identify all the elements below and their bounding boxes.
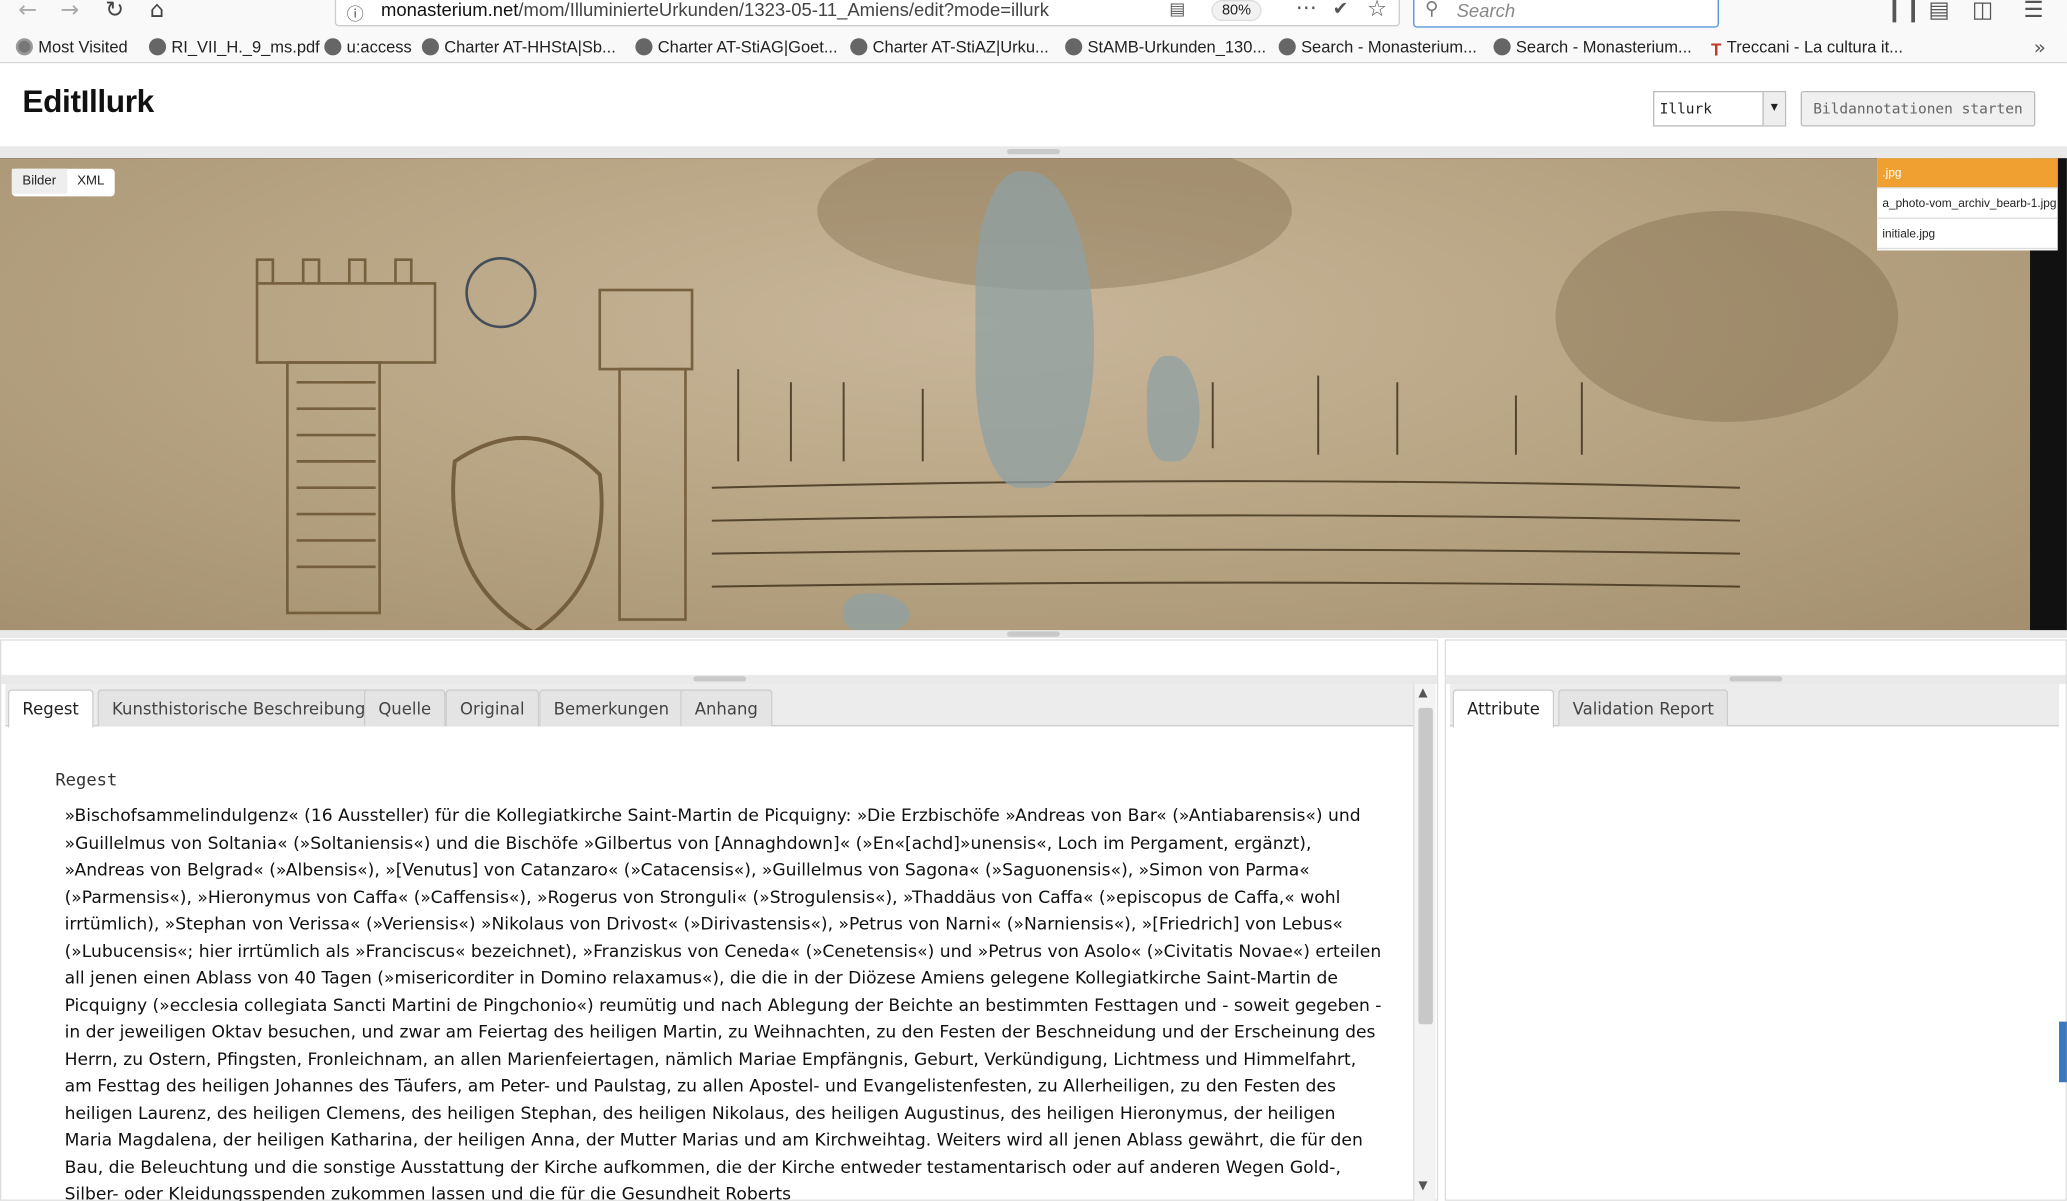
page-title: EditIllurk [22, 84, 154, 120]
bookmark-label: Charter AT-HHStA|Sb... [444, 38, 616, 57]
search-icon: ⚲ [1424, 0, 1439, 20]
tab-bemerkungen[interactable]: Bemerkungen [539, 689, 684, 727]
bookmark-label: Charter AT-StiAZ|Urku... [872, 38, 1049, 57]
viewer-splitter[interactable] [0, 630, 2067, 639]
treccani-icon: T [1711, 39, 1722, 60]
right-panel: Attribute Validation Report [1444, 639, 2067, 1201]
bookmark-item[interactable]: Search - Monasterium... [1278, 38, 1477, 57]
search-placeholder: Search [1456, 0, 1516, 22]
bookmark-item[interactable]: Charter AT-StiAZ|Urku... [850, 38, 1049, 57]
globe-icon [635, 38, 653, 56]
url-bar[interactable]: ⓘ monasterium.net/mom/IlluminierteUrkund… [334, 0, 1400, 27]
bookmark-item[interactable]: Search - Monasterium... [1493, 38, 1692, 57]
url-path: /mom/IlluminierteUrkunden/1323-05-11_Ami… [518, 0, 1049, 20]
menu-icon[interactable]: ☰ [2023, 0, 2043, 24]
reader-list-icon[interactable]: ▤ [1929, 0, 1950, 24]
splitter-grip[interactable] [1007, 631, 1060, 637]
tab-validation-report[interactable]: Validation Report [1558, 689, 1729, 727]
regest-heading: Regest [55, 771, 118, 791]
back-icon[interactable]: ← [13, 0, 42, 24]
mode-select[interactable]: Illurk ▼ [1653, 90, 1787, 127]
globe-icon [324, 38, 342, 56]
pocket-icon[interactable]: ✔ [1333, 0, 1348, 20]
globe-icon [1065, 38, 1083, 56]
tab-regest[interactable]: Regest [7, 689, 94, 728]
left-tab-bar: Regest Kunsthistorische Beschreibung Que… [5, 684, 1414, 728]
tab-kunsthistorische-beschreibung[interactable]: Kunsthistorische Beschreibung [97, 689, 380, 727]
bookmark-item[interactable]: StAMB-Urkunden_130... [1065, 38, 1267, 57]
tab-anhang[interactable]: Anhang [680, 689, 773, 727]
image-list: .jpg a_photo-vom_archiv_bearb-1.jpg init… [1877, 158, 2058, 251]
left-panel-splitter[interactable] [1, 674, 1437, 685]
tab-bilder[interactable]: Bilder [11, 168, 67, 194]
tab-xml[interactable]: XML [67, 169, 115, 194]
globe-icon [421, 38, 439, 56]
regest-scrollbar[interactable]: ▲ ▼ [1413, 684, 1436, 1201]
zoom-indicator[interactable]: 80% [1211, 0, 1262, 22]
gear-icon [15, 38, 33, 56]
splitter-grip[interactable] [1729, 676, 1783, 682]
globe-icon [1278, 38, 1296, 56]
bookmark-label: Search - Monasterium... [1515, 38, 1692, 57]
viewer-tabs: Bilder XML [11, 168, 115, 197]
image-viewer[interactable]: Bilder XML .jpg a_photo-vom_archiv_bearb-… [0, 158, 2067, 632]
globe-icon [148, 38, 167, 56]
url-text[interactable]: monasterium.net/mom/IlluminierteUrkunden… [381, 0, 1049, 20]
forward-icon[interactable]: → [55, 0, 84, 24]
bookmark-label: u:access [346, 38, 412, 57]
edge-marker [2059, 1021, 2067, 1083]
bookmark-label: StAMB-Urkunden_130... [1087, 38, 1267, 57]
bookmark-item[interactable]: Most Visited [15, 38, 128, 57]
info-icon[interactable]: ⓘ [347, 0, 364, 25]
reload-icon[interactable]: ↻ [100, 0, 129, 24]
splitter-grip[interactable] [692, 676, 746, 682]
sidebar-icon[interactable]: ◫ [1972, 0, 1993, 24]
bookmark-item[interactable]: Charter AT-HHStA|Sb... [421, 38, 616, 57]
globe-icon [1493, 38, 1511, 56]
image-list-item[interactable]: a_photo-vom_archiv_bearb-1.jpg [1877, 189, 2058, 219]
bookmark-star-icon[interactable]: ☆ [1367, 0, 1387, 22]
reader-view-icon[interactable]: ▤ [1169, 0, 1185, 20]
mode-select-value: Illurk [1659, 100, 1713, 118]
home-icon[interactable]: ⌂ [142, 0, 171, 24]
bookmark-item[interactable]: RI_VII_H._9_ms.pdf [148, 38, 320, 57]
regest-text[interactable]: »Bischofsammelindulgenz« (16 Aussteller)… [65, 804, 1387, 1201]
top-splitter[interactable] [0, 146, 2067, 159]
scrollbar-thumb[interactable] [1418, 707, 1433, 1025]
search-box[interactable]: ⚲ Search [1413, 0, 1719, 28]
right-tab-bar: Attribute Validation Report [1450, 684, 2060, 728]
bookmark-item[interactable]: T Treccani - La cultura it... [1711, 38, 1903, 58]
bookmark-label: Most Visited [38, 38, 128, 57]
browser-toolbar: ← → ↻ ⌂ ⓘ monasterium.net/mom/Illuminier… [0, 0, 2067, 32]
splitter-grip[interactable] [1007, 148, 1060, 155]
page-actions-icon[interactable]: ⋯ [1296, 0, 1317, 20]
charter-image [0, 158, 2031, 632]
bookmarks-bar: Most Visited RI_VII_H._9_ms.pdf u:access… [0, 31, 2067, 64]
image-list-item[interactable]: initiale.jpg [1877, 219, 2058, 250]
scroll-up-icon[interactable]: ▲ [1418, 687, 1427, 700]
library-icon[interactable]: ❙❙ [1885, 0, 1923, 24]
bookmark-label: Search - Monasterium... [1301, 38, 1477, 57]
regest-content: Regest »Bischofsammelindulgenz« (16 Auss… [55, 771, 1386, 1201]
bookmark-label: Charter AT-StiAG|Goet... [657, 38, 838, 57]
bookmarks-overflow-icon[interactable]: » [2034, 36, 2046, 60]
start-annotation-button[interactable]: Bildannotationen starten [1800, 90, 2036, 127]
url-host: monasterium.net [380, 0, 519, 20]
tab-attribute[interactable]: Attribute [1452, 689, 1555, 728]
chevron-down-icon[interactable]: ▼ [1762, 92, 1785, 126]
image-list-item[interactable]: .jpg [1877, 158, 2058, 189]
scroll-down-icon[interactable]: ▼ [1418, 1180, 1427, 1193]
tab-quelle[interactable]: Quelle [363, 689, 446, 727]
bookmark-label: RI_VII_H._9_ms.pdf [171, 38, 320, 57]
tab-original[interactable]: Original [445, 689, 540, 727]
globe-icon [850, 38, 868, 56]
right-panel-splitter[interactable] [1446, 674, 2066, 685]
bookmark-item[interactable]: u:access [324, 38, 412, 57]
bookmark-label: Treccani - La cultura it... [1726, 38, 1903, 57]
bookmark-item[interactable]: Charter AT-StiAG|Goet... [635, 38, 838, 57]
